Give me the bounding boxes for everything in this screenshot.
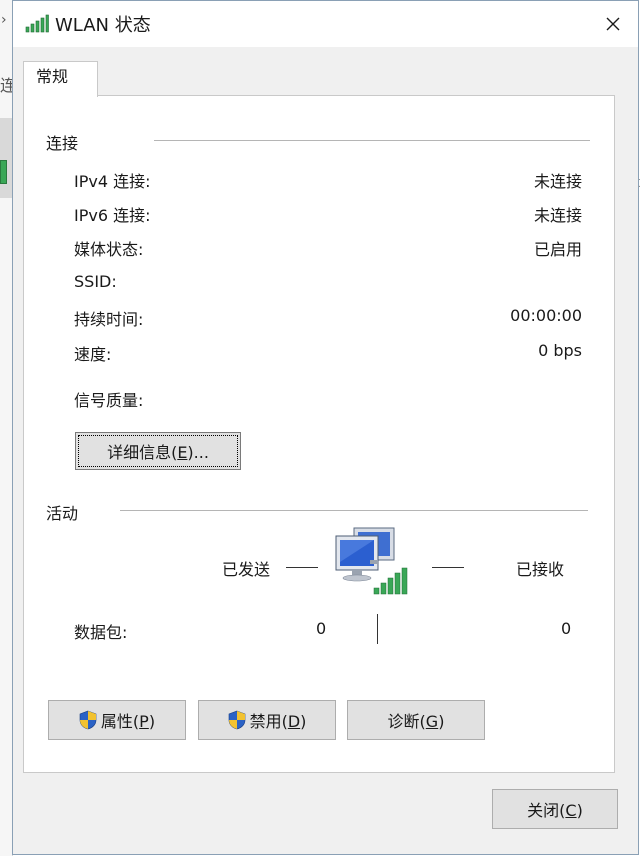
packets-sent-value: 0 bbox=[316, 619, 327, 638]
activity-divider bbox=[120, 510, 588, 511]
title-bar[interactable]: WLAN 状态 bbox=[13, 1, 638, 47]
uac-shield-icon bbox=[79, 710, 97, 730]
connection-heading: 连接 bbox=[46, 134, 79, 153]
ipv4-value: 未连接 bbox=[533, 172, 582, 191]
uac-shield-icon bbox=[228, 710, 245, 730]
ipv6-value: 未连接 bbox=[533, 206, 582, 225]
speed-value: 0 bps bbox=[538, 341, 582, 360]
diagnose-button[interactable]: 诊断(G) bbox=[347, 700, 485, 740]
received-dash bbox=[432, 567, 464, 568]
duration-value: 00:00:00 bbox=[510, 306, 582, 325]
ssid-label: SSID: bbox=[74, 272, 117, 291]
details-button-label: 详细信息(E)... bbox=[107, 443, 209, 462]
close-button-label: 关闭(C) bbox=[527, 801, 583, 820]
speed-label: 速度: bbox=[74, 345, 112, 364]
network-computers-icon bbox=[335, 527, 408, 595]
connection-divider bbox=[154, 140, 590, 141]
properties-button[interactable]: 属性(P) bbox=[48, 700, 186, 740]
wlan-status-dialog: WLAN 状态 常规 连接 IPv4 连接: 未连接 IPv6 连接: 未连接 … bbox=[12, 0, 639, 855]
packets-label: 数据包: bbox=[74, 623, 128, 642]
tab-panel-general: 连接 IPv4 连接: 未连接 IPv6 连接: 未连接 媒体状态: 已启用 S… bbox=[23, 95, 615, 773]
packets-divider bbox=[377, 614, 378, 644]
sent-dash bbox=[286, 567, 318, 568]
window-title: WLAN 状态 bbox=[55, 15, 151, 36]
tab-general[interactable]: 常规 bbox=[23, 61, 98, 97]
disable-button-label: 禁用(D) bbox=[249, 712, 307, 731]
received-label: 已接收 bbox=[516, 560, 565, 579]
chevron-right-icon: › bbox=[1, 12, 7, 28]
diagnose-button-label: 诊断(G) bbox=[387, 712, 445, 731]
background-nav-highlight bbox=[0, 118, 12, 198]
close-icon bbox=[606, 17, 620, 31]
signal-quality-label: 信号质量: bbox=[74, 391, 144, 410]
background-status-bar bbox=[0, 160, 7, 184]
close-button[interactable]: 关闭(C) bbox=[492, 789, 618, 829]
media-state-value: 已启用 bbox=[533, 240, 582, 259]
properties-button-label: 属性(P) bbox=[100, 712, 156, 731]
screen: › 连 nt WLAN 状态 常规 连接 bbox=[0, 0, 640, 856]
details-button[interactable]: 详细信息(E)... bbox=[75, 432, 241, 470]
ipv6-label: IPv6 连接: bbox=[74, 206, 151, 225]
wifi-signal-icon bbox=[25, 14, 49, 33]
duration-label: 持续时间: bbox=[74, 310, 144, 329]
media-state-label: 媒体状态: bbox=[74, 240, 144, 259]
ipv4-label: IPv4 连接: bbox=[74, 172, 151, 191]
activity-heading: 活动 bbox=[46, 504, 79, 523]
sent-label: 已发送 bbox=[222, 560, 271, 579]
packets-received-value: 0 bbox=[561, 619, 572, 638]
disable-button[interactable]: 禁用(D) bbox=[198, 700, 336, 740]
close-window-button[interactable] bbox=[598, 9, 628, 39]
